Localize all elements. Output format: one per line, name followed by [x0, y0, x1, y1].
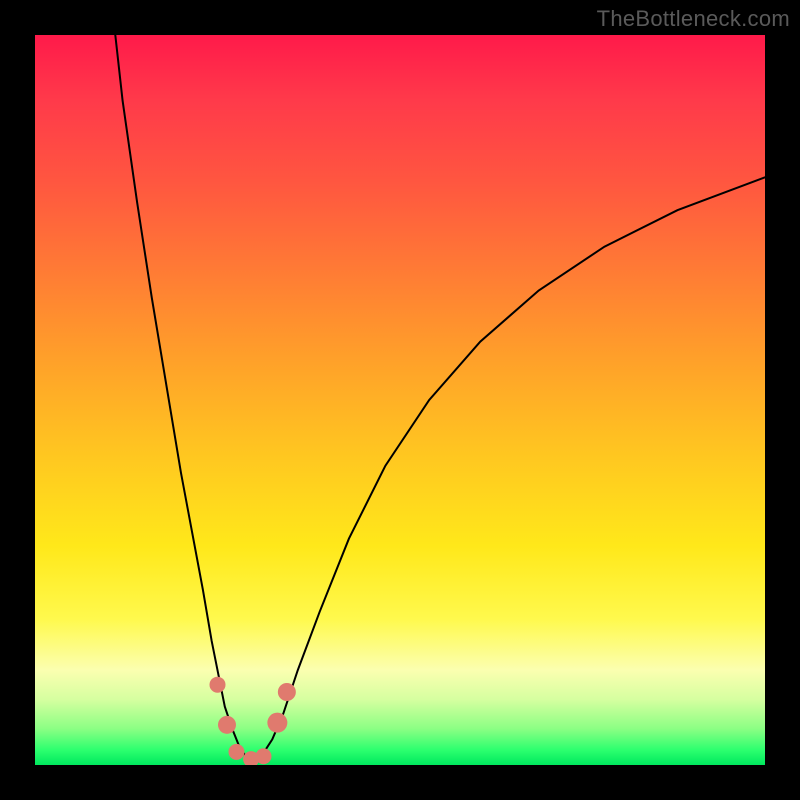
dot-right-mid: [267, 713, 287, 733]
dot-left-mid: [218, 716, 236, 734]
outer-frame: TheBottleneck.com: [0, 0, 800, 800]
dot-right-upper: [278, 683, 296, 701]
dot-bottom-c: [255, 748, 271, 764]
curve-layer: [35, 35, 765, 765]
curve-right-curve: [254, 177, 765, 761]
plot-area: [35, 35, 765, 765]
dot-left-upper: [210, 677, 226, 693]
watermark-text: TheBottleneck.com: [597, 6, 790, 32]
dot-bottom-a: [228, 744, 244, 760]
curve-left-curve: [115, 35, 254, 761]
